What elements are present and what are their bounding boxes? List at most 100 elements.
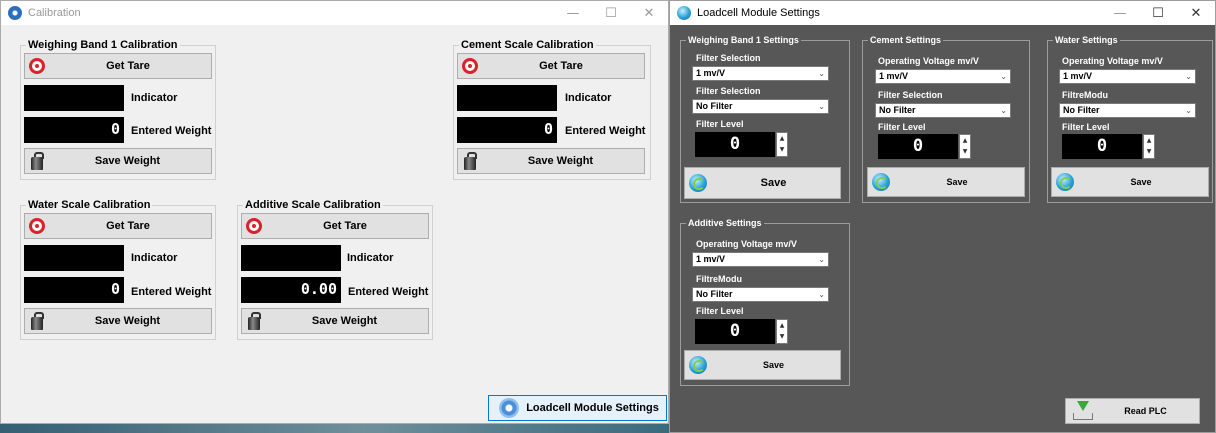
refresh-icon xyxy=(689,174,707,192)
indicator-label: Indicator xyxy=(347,252,394,264)
save-weight-button[interactable]: Save Weight xyxy=(24,148,212,174)
save-weight-button[interactable]: Save Weight xyxy=(241,308,429,334)
filter-type-dropdown[interactable]: No Filter ⌄ xyxy=(692,99,829,114)
entered-weight-input[interactable]: 0 xyxy=(24,117,124,143)
caret-up-icon[interactable]: ▲ xyxy=(777,320,787,331)
dropdown-value: No Filter xyxy=(696,289,733,299)
calibration-window: Calibration — ☐ ✕ Weighing Band 1 Calibr… xyxy=(0,0,669,424)
caret-down-icon[interactable]: ▼ xyxy=(777,144,787,155)
button-label: Loadcell Module Settings xyxy=(526,402,659,414)
indicator-display xyxy=(24,85,124,111)
minimize-button[interactable]: — xyxy=(1101,1,1139,25)
filter-level-stepper[interactable]: 0 ▲ ▼ xyxy=(695,319,789,344)
field-label: Filter Selection xyxy=(878,90,943,100)
minimize-button[interactable]: — xyxy=(554,1,592,25)
caret-up-icon[interactable]: ▲ xyxy=(777,133,787,144)
tare-icon xyxy=(462,58,478,74)
stepper-value[interactable]: 0 xyxy=(878,134,958,159)
caret-down-icon[interactable]: ▼ xyxy=(777,331,787,342)
read-plc-button[interactable]: Read PLC xyxy=(1065,398,1200,424)
filter-selection-dropdown[interactable]: 1 mv/V ⌄ xyxy=(692,66,829,81)
get-tare-button[interactable]: Get Tare xyxy=(457,53,645,79)
save-weight-button[interactable]: Save Weight xyxy=(457,148,645,174)
chevron-down-icon: ⌄ xyxy=(818,69,825,78)
save-button[interactable]: Save xyxy=(684,350,841,380)
field-label: Filter Level xyxy=(1062,122,1110,132)
stepper-buttons[interactable]: ▲ ▼ xyxy=(776,319,788,344)
entered-weight-label: Entered Weight xyxy=(565,125,646,137)
group-title: Cement Settings xyxy=(868,34,944,47)
loadcell-titlebar[interactable]: Loadcell Module Settings — ☐ ✕ xyxy=(670,1,1215,25)
weight-icon xyxy=(247,312,261,330)
stepper-value[interactable]: 0 xyxy=(1062,134,1142,159)
close-button[interactable]: ✕ xyxy=(630,1,668,25)
stepper-value[interactable]: 0 xyxy=(695,319,775,344)
entered-weight-input[interactable]: 0 xyxy=(24,277,124,303)
calibration-titlebar[interactable]: Calibration — ☐ ✕ xyxy=(1,1,668,25)
caret-up-icon[interactable]: ▲ xyxy=(960,135,970,146)
stepper-buttons[interactable]: ▲ ▼ xyxy=(776,132,788,157)
operating-voltage-dropdown[interactable]: 1 mv/V ⌄ xyxy=(875,69,1011,84)
loadcell-settings-window: Loadcell Module Settings — ☐ ✕ Weighing … xyxy=(669,0,1216,433)
get-tare-button[interactable]: Get Tare xyxy=(24,53,212,79)
caret-up-icon[interactable]: ▲ xyxy=(1144,135,1154,146)
maximize-button[interactable]: ☐ xyxy=(1139,1,1177,25)
button-label: Save xyxy=(760,177,787,189)
button-label: Get Tare xyxy=(106,60,150,72)
indicator-label: Indicator xyxy=(565,92,612,104)
filter-mode-dropdown[interactable]: No Filter ⌄ xyxy=(1059,103,1196,118)
group-title: Additive Settings xyxy=(686,217,764,230)
stepper-buttons[interactable]: ▲ ▼ xyxy=(1143,134,1155,159)
loadcell-module-settings-button[interactable]: Loadcell Module Settings xyxy=(488,395,667,421)
button-label: Read PLC xyxy=(1124,406,1167,416)
field-label: Filter Level xyxy=(696,306,744,316)
refresh-icon xyxy=(1056,173,1074,191)
entered-weight-label: Entered Weight xyxy=(131,125,212,137)
tare-icon xyxy=(29,218,45,234)
chevron-down-icon: ⌄ xyxy=(1185,106,1192,115)
field-label: Filter Selection xyxy=(696,53,761,63)
field-label: Filter Level xyxy=(878,122,926,132)
field-label: Filter Selection xyxy=(696,86,761,96)
button-label: Get Tare xyxy=(323,220,367,232)
save-weight-button[interactable]: Save Weight xyxy=(24,308,212,334)
group-title: Water Scale Calibration xyxy=(26,199,153,212)
field-label: FiltreModu xyxy=(1062,90,1108,100)
stepper-buttons[interactable]: ▲ ▼ xyxy=(959,134,971,159)
save-button[interactable]: Save xyxy=(684,167,841,199)
chevron-down-icon: ⌄ xyxy=(818,102,825,111)
save-button[interactable]: Save xyxy=(867,167,1025,197)
group-title: Additive Scale Calibration xyxy=(243,199,383,212)
stepper-value[interactable]: 0 xyxy=(695,132,775,157)
weight-icon xyxy=(30,312,44,330)
entered-weight-label: Entered Weight xyxy=(348,286,429,298)
chevron-down-icon: ⌄ xyxy=(1000,72,1007,81)
filter-mode-dropdown[interactable]: No Filter ⌄ xyxy=(692,287,829,302)
app-icon xyxy=(8,6,22,20)
dropdown-value: 1 mv/V xyxy=(696,254,726,264)
get-tare-button[interactable]: Get Tare xyxy=(241,213,429,239)
refresh-icon xyxy=(689,356,707,374)
operating-voltage-dropdown[interactable]: 1 mv/V ⌄ xyxy=(1059,69,1196,84)
button-label: Save xyxy=(1130,177,1152,187)
button-label: Save xyxy=(762,360,785,370)
filter-level-stepper[interactable]: 0 ▲ ▼ xyxy=(1062,134,1156,159)
field-label: Operating Voltage mv/V xyxy=(696,239,797,249)
get-tare-button[interactable]: Get Tare xyxy=(24,213,212,239)
dropdown-value: No Filter xyxy=(1063,105,1100,115)
close-button[interactable]: ✕ xyxy=(1177,1,1215,25)
maximize-button[interactable]: ☐ xyxy=(592,1,630,25)
indicator-display xyxy=(241,245,341,271)
caret-down-icon[interactable]: ▼ xyxy=(1144,146,1154,157)
entered-weight-input[interactable]: 0 xyxy=(457,117,557,143)
field-label: Operating Voltage mv/V xyxy=(878,56,979,66)
operating-voltage-dropdown[interactable]: 1 mv/V ⌄ xyxy=(692,252,829,267)
filter-selection-dropdown[interactable]: No Filter ⌄ xyxy=(875,103,1011,118)
filter-level-stepper[interactable]: 0 ▲ ▼ xyxy=(695,132,789,157)
entered-weight-input[interactable]: 0.00 xyxy=(241,277,341,303)
button-label: Save Weight xyxy=(94,155,161,167)
filter-level-stepper[interactable]: 0 ▲ ▼ xyxy=(878,134,972,159)
caret-down-icon[interactable]: ▼ xyxy=(960,146,970,157)
gear-icon xyxy=(499,398,519,418)
save-button[interactable]: Save xyxy=(1051,167,1209,197)
